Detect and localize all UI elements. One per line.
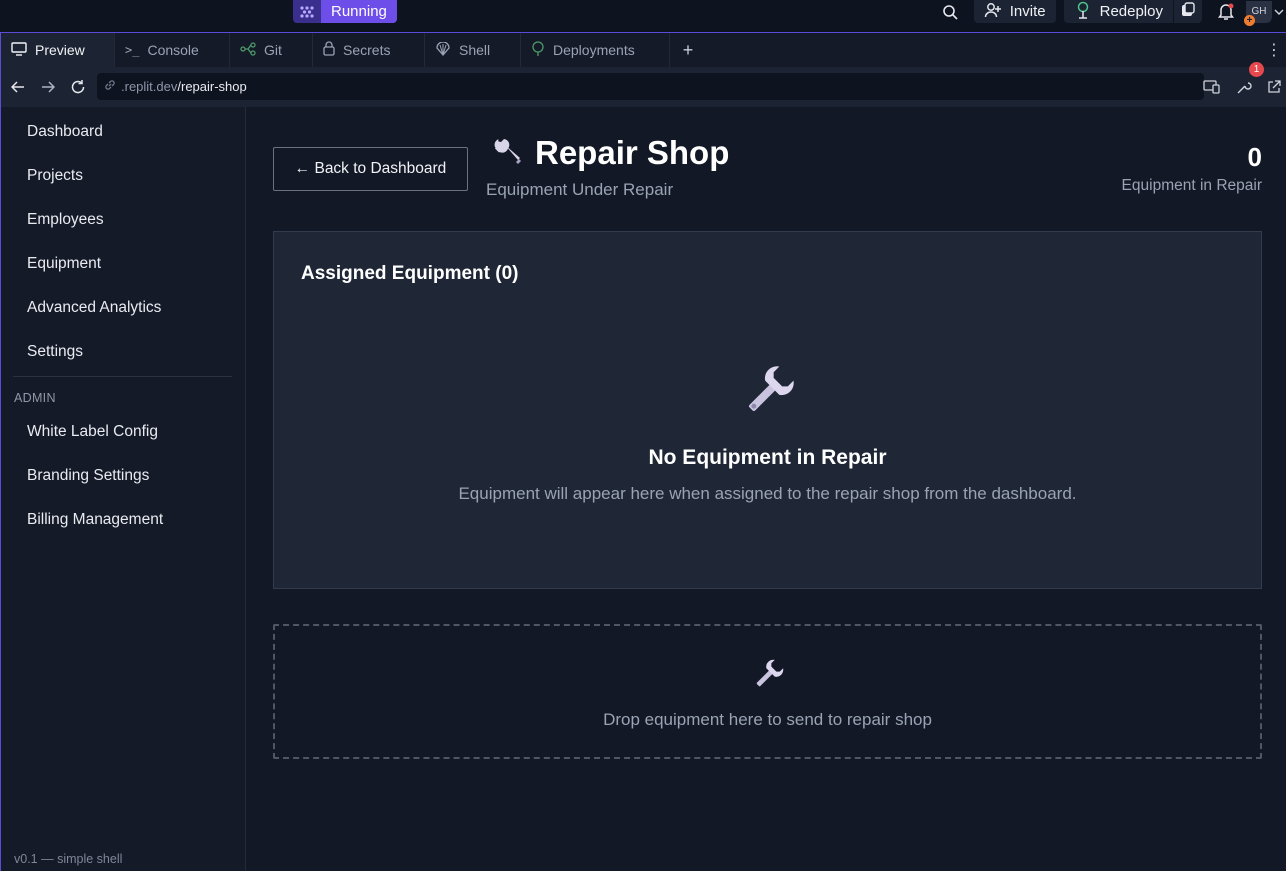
sidebar-item-projects[interactable]: Projects bbox=[27, 167, 83, 185]
card-title: Assigned Equipment (0) bbox=[301, 263, 519, 284]
url-field[interactable]: .replit.dev/repair-shop bbox=[97, 73, 1204, 100]
sidebar: Dashboard Projects Employees Equipment A… bbox=[1, 107, 246, 871]
tab-git[interactable]: Git bbox=[230, 33, 313, 67]
avatar-initials: GH bbox=[1251, 6, 1267, 17]
stat-value: 0 bbox=[1247, 142, 1262, 172]
deploy-menu-button[interactable] bbox=[1174, 0, 1202, 23]
sidebar-divider bbox=[13, 376, 232, 377]
tab-label: Secrets bbox=[343, 42, 391, 58]
devtools-icon[interactable]: 1 bbox=[1232, 62, 1264, 102]
sidebar-item-white-label-config[interactable]: White Label Config bbox=[27, 423, 158, 441]
avatar[interactable]: GH + bbox=[1244, 0, 1272, 26]
chevron-down-icon[interactable] bbox=[1272, 2, 1286, 22]
shell-icon bbox=[435, 40, 451, 59]
running-button[interactable]: Running bbox=[321, 0, 397, 23]
preview-address-bar: .replit.dev/repair-shop 1 bbox=[1, 62, 1286, 107]
redeploy-button[interactable]: Redeploy bbox=[1063, 0, 1173, 23]
main-content: ← Back to Dashboard Repair Shop Equipmen… bbox=[246, 107, 1286, 871]
terminal-icon: >_ bbox=[125, 43, 140, 57]
url-host: .replit.dev bbox=[121, 79, 178, 94]
add-user-icon bbox=[984, 2, 1002, 22]
back-arrow-icon[interactable] bbox=[3, 72, 33, 102]
empty-state-title: No Equipment in Repair bbox=[648, 446, 887, 469]
address-bar-actions: 1 bbox=[1200, 62, 1286, 107]
url-path: /repair-shop bbox=[177, 79, 247, 94]
stat-label: Equipment in Repair bbox=[1121, 177, 1262, 194]
empty-state-description: Equipment will appear here when assigned… bbox=[458, 484, 1077, 503]
page-header: Repair Shop bbox=[491, 134, 729, 172]
wrench-icon bbox=[736, 360, 800, 424]
link-icon bbox=[103, 78, 117, 95]
sidebar-section-admin: ADMIN bbox=[14, 391, 56, 405]
invite-button[interactable]: Invite bbox=[973, 0, 1056, 23]
tab-console[interactable]: >_ Console bbox=[115, 33, 230, 67]
more-menu-icon[interactable]: ⋮ bbox=[1266, 33, 1282, 67]
top-right-actions: Invite Redeploy GH + bbox=[940, 0, 1286, 26]
tab-strip: Preview >_ Console Git Secrets Shell Dep… bbox=[1, 33, 1286, 67]
tab-label: Deployments bbox=[553, 42, 635, 58]
bell-icon[interactable] bbox=[1216, 2, 1236, 22]
tab-deployments[interactable]: Deployments bbox=[521, 33, 670, 67]
copy-icon bbox=[1180, 1, 1196, 22]
sidebar-item-advanced-analytics[interactable]: Advanced Analytics bbox=[27, 299, 161, 317]
page-subtitle: Equipment Under Repair bbox=[486, 180, 674, 199]
sidebar-item-dashboard[interactable]: Dashboard bbox=[27, 123, 103, 141]
tab-shell[interactable]: Shell bbox=[425, 33, 521, 67]
workspace-top-bar: Running Invite Redeploy GH + bbox=[0, 0, 1286, 32]
deploy-icon bbox=[531, 40, 545, 60]
sidebar-item-branding-settings[interactable]: Branding Settings bbox=[27, 467, 149, 485]
open-external-icon[interactable] bbox=[1264, 72, 1284, 102]
git-branch-icon bbox=[240, 41, 256, 59]
wrench-icon bbox=[491, 135, 523, 172]
assigned-equipment-card: Assigned Equipment (0) No Equipment in R… bbox=[273, 231, 1262, 589]
tab-label: Shell bbox=[459, 42, 491, 58]
search-icon[interactable] bbox=[940, 2, 960, 22]
page-title: Repair Shop bbox=[535, 134, 730, 171]
tab-preview[interactable]: Preview bbox=[1, 33, 115, 67]
sidebar-footer: v0.1 — simple shell bbox=[14, 852, 123, 866]
repair-drop-zone[interactable]: Drop equipment here to send to repair sh… bbox=[273, 624, 1262, 759]
forward-arrow-icon[interactable] bbox=[33, 72, 63, 102]
back-to-dashboard-button[interactable]: ← Back to Dashboard bbox=[273, 147, 468, 191]
sidebar-item-billing-management[interactable]: Billing Management bbox=[27, 511, 163, 529]
sidebar-item-equipment[interactable]: Equipment bbox=[27, 255, 101, 273]
back-label: ← Back to Dashboard bbox=[294, 160, 447, 177]
monitor-icon bbox=[11, 41, 27, 59]
invite-label: Invite bbox=[1009, 3, 1046, 20]
wrench-icon bbox=[749, 656, 787, 694]
tab-secrets[interactable]: Secrets bbox=[313, 33, 425, 67]
tab-label: Console bbox=[147, 42, 199, 58]
reload-icon[interactable] bbox=[63, 72, 93, 102]
replit-run-icon[interactable] bbox=[293, 0, 321, 23]
avatar-status-icon: + bbox=[1244, 14, 1255, 26]
tab-label: Git bbox=[264, 42, 282, 58]
sidebar-item-settings[interactable]: Settings bbox=[27, 343, 83, 361]
deploy-icon bbox=[1074, 1, 1092, 23]
redeploy-label: Redeploy bbox=[1099, 3, 1163, 20]
tab-label: Preview bbox=[35, 42, 85, 58]
plus-icon: + bbox=[682, 39, 694, 60]
new-tab-button[interactable]: + bbox=[670, 33, 706, 67]
sidebar-item-employees[interactable]: Employees bbox=[27, 211, 104, 229]
lock-icon bbox=[323, 41, 335, 59]
drop-zone-text: Drop equipment here to send to repair sh… bbox=[603, 710, 932, 729]
notification-badge: 1 bbox=[1249, 62, 1264, 77]
devices-icon[interactable] bbox=[1200, 72, 1224, 102]
run-group: Running bbox=[293, 0, 397, 23]
